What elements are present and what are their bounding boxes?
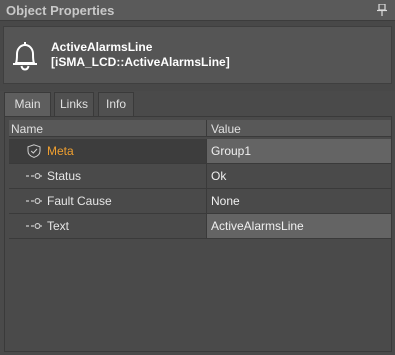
value-cell[interactable]: Group1 <box>207 139 391 163</box>
name-cell: Meta <box>9 139 206 163</box>
slot-connector-icon <box>26 223 42 229</box>
object-type: [iSMA_LCD::ActiveAlarmsLine] <box>51 55 230 69</box>
object-summary: ActiveAlarmsLine [iSMA_LCD::ActiveAlarms… <box>3 26 392 84</box>
value-cell[interactable]: Ok <box>207 164 391 188</box>
column-header-name[interactable]: Name <box>11 122 43 136</box>
tab-main[interactable]: Main <box>4 92 51 117</box>
bell-icon <box>13 42 37 71</box>
column-header-value[interactable]: Value <box>211 122 241 136</box>
property-row-status[interactable]: Status Ok <box>9 164 391 189</box>
property-value[interactable]: Group1 <box>211 144 251 158</box>
panel-title-bar: Object Properties <box>0 0 395 21</box>
property-row-fault-cause[interactable]: Fault Cause None <box>9 189 391 214</box>
tab-info[interactable]: Info <box>98 92 134 116</box>
name-cell: Text <box>9 214 206 238</box>
value-cell[interactable]: ActiveAlarmsLine <box>207 214 391 238</box>
object-name: ActiveAlarmsLine <box>51 40 153 54</box>
slot-connector-icon <box>26 198 42 204</box>
name-cell: Status <box>9 164 206 188</box>
property-row-meta[interactable]: Meta Group1 <box>9 139 391 164</box>
property-value: None <box>211 194 240 208</box>
pin-icon[interactable] <box>377 4 387 16</box>
slot-connector-icon <box>26 173 42 179</box>
name-cell: Fault Cause <box>9 189 206 213</box>
property-name: Text <box>47 219 70 233</box>
object-header: ActiveAlarmsLine [iSMA_LCD::ActiveAlarms… <box>0 21 395 91</box>
property-name: Meta <box>47 144 74 158</box>
tab-links[interactable]: Links <box>54 92 94 116</box>
property-row-text[interactable]: Text ActiveAlarmsLine <box>9 214 391 239</box>
shield-icon <box>27 144 41 158</box>
tab-content: Name Value Meta Group1 Status Ok Fault C… <box>4 116 392 352</box>
property-value: Ok <box>211 169 227 183</box>
property-value[interactable]: ActiveAlarmsLine <box>211 219 304 233</box>
grid-header: Name Value <box>9 120 391 137</box>
value-cell[interactable]: None <box>207 189 391 213</box>
property-name: Status <box>47 169 82 183</box>
column-divider[interactable] <box>206 120 207 137</box>
panel-title: Object Properties <box>6 3 115 18</box>
property-name: Fault Cause <box>47 194 112 208</box>
